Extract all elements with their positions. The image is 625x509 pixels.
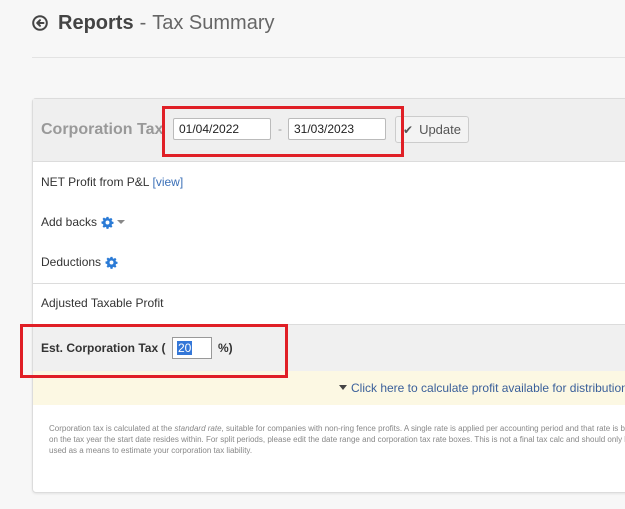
chevron-down-icon[interactable] [117, 218, 126, 226]
page-title: Reports [58, 11, 134, 34]
corporation-tax-label: Corporation Tax [41, 121, 164, 138]
view-link[interactable]: [view] [152, 175, 183, 189]
check-icon: ✔ [403, 122, 414, 137]
adjusted-profit-label: Adjusted Taxable Profit [41, 296, 164, 310]
update-button-label: Update [419, 122, 461, 137]
date-range-dash: - [278, 122, 282, 136]
start-date-input[interactable] [173, 118, 271, 140]
tax-rate-value: 20 [177, 341, 193, 355]
est-corporation-tax-label: Est. Corporation Tax ( [41, 341, 166, 355]
net-profit-label: NET Profit from P&L [41, 175, 150, 189]
add-backs-row: Add backs [41, 215, 126, 229]
section-divider [33, 283, 625, 284]
panel-header: Corporation Tax - ✔ Update [33, 99, 625, 162]
deductions-row: Deductions [41, 255, 118, 269]
title-separator: - [139, 11, 147, 34]
est-corporation-tax-row: Est. Corporation Tax ( 20 %) [33, 324, 625, 372]
calculate-distribution-link[interactable]: Click here to calculate profit available… [339, 381, 625, 395]
adjusted-profit-row: Adjusted Taxable Profit [41, 296, 164, 310]
percent-suffix: %) [218, 341, 233, 355]
page-subtitle: Tax Summary [152, 11, 275, 34]
tax-summary-panel: Corporation Tax - ✔ Update NET Profit fr… [32, 98, 625, 493]
tax-rate-input[interactable]: 20 [172, 337, 212, 359]
net-profit-row: NET Profit from P&L [view] [41, 175, 183, 189]
note-emphasis: standard rate [174, 424, 222, 433]
page-header: Reports - Tax Summary [32, 10, 275, 36]
gear-icon[interactable] [101, 216, 114, 229]
back-circle-arrow-icon[interactable] [32, 15, 48, 31]
header-divider [32, 57, 625, 58]
deductions-label: Deductions [41, 255, 102, 269]
distribution-notice-bar: Click here to calculate profit available… [33, 371, 625, 405]
add-backs-label: Add backs [41, 215, 98, 229]
note-text-1: Corporation tax is calculated at the [49, 424, 175, 433]
update-button[interactable]: ✔ Update [395, 116, 469, 143]
end-date-input[interactable] [288, 118, 386, 140]
gear-icon[interactable] [105, 256, 118, 269]
calculate-distribution-label: Click here to calculate profit available… [351, 381, 625, 395]
tax-disclaimer-note: Corporation tax is calculated at the sta… [49, 423, 625, 456]
caret-down-icon [339, 385, 347, 390]
